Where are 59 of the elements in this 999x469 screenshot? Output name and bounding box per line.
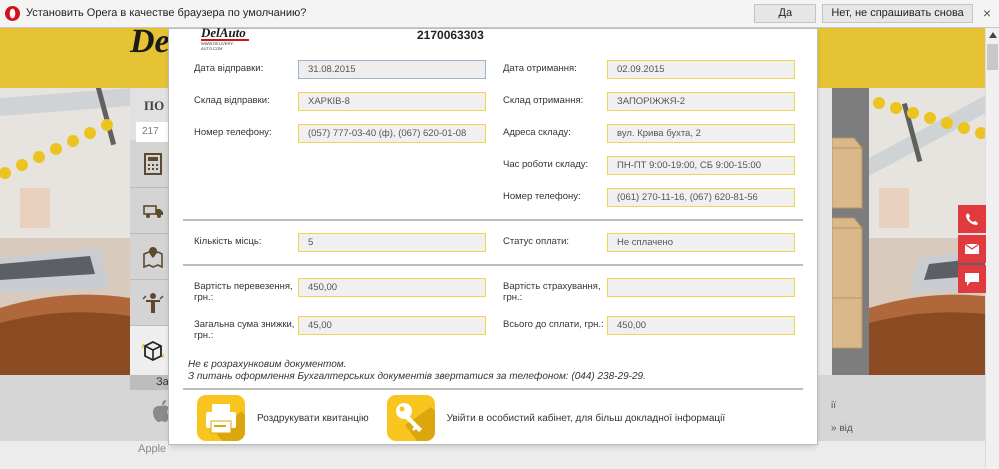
input-field[interactable]: вул. Крива бухта, 2 bbox=[607, 124, 795, 143]
field-label: Статус оплати: bbox=[503, 235, 570, 247]
scrollbar[interactable] bbox=[985, 28, 999, 469]
browser-prompt-text: Установить Opera в качестве браузера по умолчанию? bbox=[26, 6, 306, 22]
phone-icon bbox=[965, 212, 979, 226]
field-label: Час роботи складу: bbox=[503, 158, 590, 170]
caption-text: За bbox=[130, 375, 170, 390]
invoice-number: 2170063303 bbox=[417, 29, 484, 41]
input-field[interactable]: ЗАПОРІЖЖЯ-2 bbox=[607, 92, 795, 111]
key-icon bbox=[386, 395, 435, 441]
field-label: Дата отримання: bbox=[503, 62, 578, 74]
mail-icon bbox=[965, 244, 979, 254]
input-field[interactable]: 450,00 bbox=[607, 316, 795, 335]
map-pin-icon[interactable] bbox=[143, 246, 163, 268]
heading-text: ПО bbox=[144, 97, 166, 115]
field-label: Всього до сплати, грн.: bbox=[503, 318, 605, 330]
chat-button[interactable] bbox=[958, 265, 986, 293]
print-receipt-button[interactable]: Роздрукувати квитанцію bbox=[197, 395, 369, 441]
field-label: Адреса складу: bbox=[503, 126, 572, 138]
truck-icon[interactable] bbox=[142, 204, 164, 218]
input-field[interactable]: (057) 777-03-40 (ф), (067) 620-01-08 bbox=[298, 124, 486, 143]
input-field[interactable]: Не сплачено bbox=[607, 233, 795, 252]
search-field[interactable]: 217 bbox=[136, 122, 168, 142]
chat-icon bbox=[965, 272, 979, 286]
scrollbar-thumb[interactable] bbox=[987, 44, 998, 70]
accept-button[interactable]: Да bbox=[754, 4, 816, 23]
input-field[interactable]: (061) 270-11-16, (067) 620-81-56 bbox=[607, 188, 795, 207]
calculator-icon[interactable] bbox=[144, 152, 162, 174]
description-text: » від bbox=[831, 422, 854, 436]
field-label: Номер телефону: bbox=[194, 126, 273, 138]
phone-button[interactable] bbox=[958, 205, 986, 233]
opera-logo-icon bbox=[5, 6, 20, 21]
input-field[interactable]: ХАРКІВ-8 bbox=[298, 92, 486, 111]
field-label: Вартість перевезення, грн.: bbox=[194, 280, 294, 303]
mail-button[interactable] bbox=[958, 235, 986, 263]
input-field[interactable]: 5 bbox=[298, 233, 486, 252]
login-button[interactable]: Увійти в особистий кабінет, для більш докладної інформації bbox=[386, 395, 726, 441]
description-text: ії bbox=[831, 399, 837, 413]
scroll-up-icon[interactable] bbox=[988, 32, 996, 38]
input-field[interactable]: 450,00 bbox=[298, 278, 486, 297]
input-field[interactable]: 02.09.2015 bbox=[607, 60, 795, 79]
input-field[interactable] bbox=[607, 278, 795, 297]
box-icon[interactable] bbox=[142, 340, 164, 362]
input-field[interactable]: 31.08.2015 bbox=[298, 60, 486, 79]
field-label: Кількість місць: bbox=[194, 235, 263, 247]
field-label: Номер телефону: bbox=[503, 190, 582, 202]
note-text: З питань оформлення Бухгалтерських документів звертатися за телефоном: (044) 238-29-29. bbox=[188, 371, 647, 383]
field-label: Склад отримання: bbox=[503, 94, 584, 106]
field-label: Дата відправки: bbox=[194, 62, 264, 74]
logo-text: De bbox=[130, 22, 170, 62]
input-field[interactable]: 45,00 bbox=[298, 316, 486, 335]
printer-icon bbox=[197, 395, 245, 441]
close-icon[interactable]: × bbox=[982, 3, 991, 24]
input-field[interactable]: ПН-ПТ 9:00-19:00, СБ 9:00-15:00 bbox=[607, 156, 795, 175]
field-label: Вартість страхування, грн.: bbox=[503, 280, 602, 303]
note-text: Не є розрахунковим документом. bbox=[188, 359, 348, 371]
field-label: Загальна сума знижки, грн.: bbox=[194, 318, 296, 341]
field-label: Склад відправки: bbox=[194, 94, 271, 106]
decline-button[interactable]: Нет, не спрашивать снова bbox=[822, 4, 973, 23]
